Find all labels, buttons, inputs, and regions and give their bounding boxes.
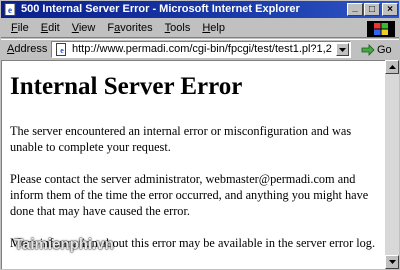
- page-icon: e: [55, 43, 69, 56]
- menu-bar: File Edit View Favorites Tools Help: [1, 19, 399, 38]
- error-paragraph-1: The server encountered an internal error…: [10, 124, 352, 154]
- svg-text:e: e: [60, 46, 64, 55]
- maximize-button[interactable]: □: [364, 3, 380, 16]
- scroll-up-button[interactable]: [385, 60, 399, 74]
- maximize-icon: □: [368, 3, 376, 15]
- menu-file[interactable]: File: [5, 19, 35, 37]
- window-title: 500 Internal Server Error - Microsoft In…: [21, 3, 300, 15]
- scroll-down-button[interactable]: [385, 255, 399, 269]
- page-title: Internal Server Error: [10, 73, 243, 100]
- go-label: Go: [377, 43, 392, 56]
- scroll-up-arrow-icon: [388, 65, 396, 69]
- close-button[interactable]: ×: [382, 3, 398, 16]
- go-button[interactable]: Go: [361, 42, 392, 57]
- scroll-down-arrow-icon: [388, 260, 396, 264]
- menu-edit[interactable]: Edit: [35, 19, 66, 37]
- menu-help[interactable]: Help: [196, 19, 231, 37]
- chevron-down-icon: [339, 47, 346, 52]
- ie-page-icon[interactable]: e: [3, 2, 18, 17]
- address-label: Address: [7, 43, 48, 55]
- title-bar[interactable]: e 500 Internal Server Error - Microsoft …: [1, 1, 399, 18]
- menu-view[interactable]: View: [66, 19, 102, 37]
- address-bar: Address e http://www.permadi.com/cgi-bin…: [1, 39, 399, 59]
- close-icon: ×: [387, 3, 393, 15]
- minimize-icon: _: [352, 1, 358, 13]
- svg-text:e: e: [8, 5, 12, 15]
- address-url[interactable]: http://www.permadi.com/cgi-bin/fpcgi/tes…: [72, 43, 332, 55]
- menu-tools[interactable]: Tools: [159, 19, 197, 37]
- watermark: Taimienphi.vn: [14, 236, 114, 253]
- error-paragraph-2: Please contact the server administrator,…: [10, 172, 369, 218]
- vertical-scrollbar[interactable]: [385, 60, 399, 269]
- menu-favorites[interactable]: Favorites: [101, 19, 158, 37]
- address-dropdown-button[interactable]: [336, 43, 349, 56]
- browser-window: e 500 Internal Server Error - Microsoft …: [0, 0, 400, 270]
- address-input[interactable]: e http://www.permadi.com/cgi-bin/fpcgi/t…: [51, 41, 351, 58]
- windows-logo-icon: [367, 21, 395, 37]
- go-arrow-icon: [361, 43, 375, 56]
- minimize-button[interactable]: _: [347, 1, 363, 16]
